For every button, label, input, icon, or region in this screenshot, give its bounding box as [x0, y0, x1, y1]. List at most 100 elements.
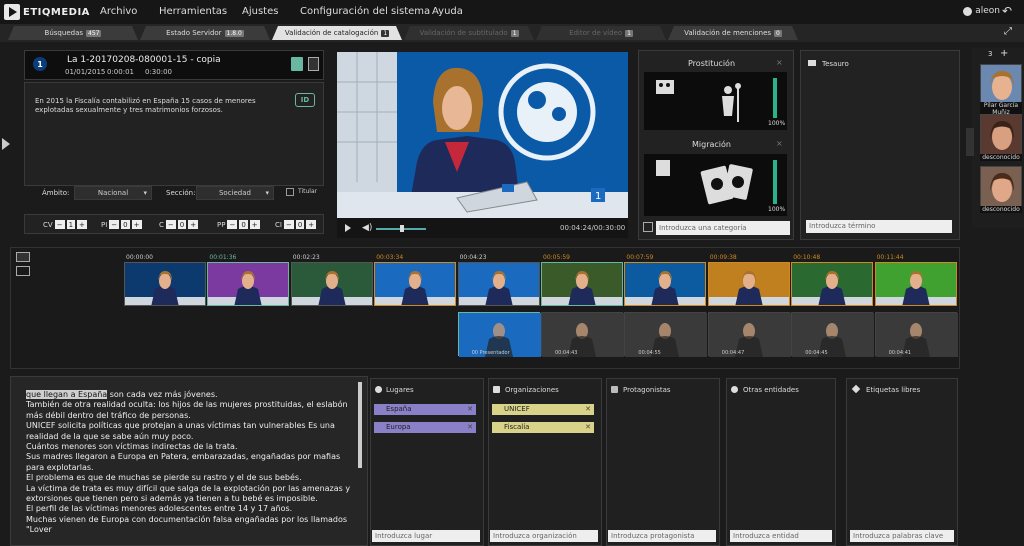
- shot-time: 00:00:00: [126, 254, 153, 261]
- face-thumbnail[interactable]: [980, 64, 1022, 106]
- subshot-label: 00 Presentador: [471, 350, 510, 356]
- category-illustration: [656, 160, 753, 205]
- shot-thumbnail[interactable]: [290, 262, 373, 306]
- other-entities-title: Otras entidades: [743, 386, 799, 394]
- tab-busquedas[interactable]: Búsquedas 457: [8, 26, 138, 40]
- menu-herramientas[interactable]: Herramientas: [159, 6, 227, 17]
- counter-pp[interactable]: PP −0 +: [217, 220, 260, 229]
- free-tags-input[interactable]: Introduzca palabras clave: [850, 530, 954, 542]
- shot-thumbnail[interactable]: [207, 262, 290, 306]
- shot-time: 00:01:36: [209, 254, 237, 261]
- play-icon[interactable]: [345, 224, 351, 232]
- category-card[interactable]: [644, 72, 787, 130]
- counter-plus[interactable]: +: [188, 220, 199, 229]
- tesauro-input[interactable]: Introduzca término: [806, 220, 952, 233]
- transcript-scrollbar[interactable]: [358, 382, 362, 468]
- shot-thumbnail[interactable]: [624, 262, 707, 306]
- clip-description[interactable]: En 2015 la Fiscalía contabilizó en Españ…: [35, 97, 275, 115]
- video-track-icon[interactable]: [16, 252, 30, 262]
- id-icon[interactable]: ID: [295, 93, 315, 107]
- subshot-thumbnail[interactable]: [874, 312, 958, 357]
- entity-input[interactable]: Introduzca entidad: [730, 530, 832, 542]
- shot-thumbnail[interactable]: [124, 262, 206, 306]
- tab-validacion-subtitulado[interactable]: Validación de subtitulado 1: [404, 26, 534, 40]
- seccion-select[interactable]: Sociedad: [196, 186, 274, 200]
- organization-input[interactable]: Introduzca organización: [490, 530, 598, 542]
- menu-ayuda[interactable]: Ayuda: [432, 6, 463, 17]
- shot-thumbnail[interactable]: [541, 262, 623, 306]
- tab-validacion-menciones[interactable]: Validación de menciones 0: [668, 26, 798, 40]
- category-card[interactable]: [644, 154, 787, 216]
- close-icon[interactable]: ×: [776, 139, 783, 148]
- subshot-thumbnail[interactable]: [624, 312, 708, 357]
- counter-plus[interactable]: +: [249, 220, 260, 229]
- shot-thumbnail[interactable]: [874, 262, 957, 306]
- subshot-thumbnail[interactable]: [707, 312, 791, 357]
- counter-minus[interactable]: −: [227, 220, 238, 229]
- category-input[interactable]: Introduzca una categoría: [656, 221, 790, 235]
- tab-badge: 1: [383, 29, 388, 37]
- face-label: desconocido: [980, 206, 1022, 213]
- counter-plus[interactable]: +: [306, 220, 317, 229]
- counter-minus[interactable]: −: [165, 220, 176, 229]
- shot-thumbnail[interactable]: [457, 262, 540, 306]
- shot-time: 00:05:59: [543, 254, 570, 261]
- remove-tag-icon[interactable]: ✕: [585, 404, 591, 415]
- ambito-select[interactable]: Nacional: [74, 186, 152, 200]
- video-frame[interactable]: 1: [337, 52, 628, 218]
- counter-plus[interactable]: +: [77, 220, 87, 229]
- counter-minus[interactable]: −: [283, 220, 294, 229]
- menu-archivo[interactable]: Archivo: [100, 6, 137, 17]
- subshot-thumbnail[interactable]: [541, 312, 624, 357]
- menu-ajustes[interactable]: Ajustes: [242, 6, 278, 17]
- menu-configuracion[interactable]: Configuración del sistema: [300, 6, 430, 17]
- user-menu[interactable]: aleon: [963, 6, 1000, 16]
- face-thumbnail[interactable]: [980, 166, 1022, 208]
- place-tag[interactable]: España ✕: [374, 404, 476, 415]
- counters-bar: CV −1 + PI −0 + C −0 + PP −0 + CI −0 +: [24, 214, 324, 234]
- counter-c[interactable]: C −0 +: [159, 220, 199, 229]
- globe-icon: [375, 386, 382, 393]
- organization-tag[interactable]: UNICEF ✕: [492, 404, 594, 415]
- face-thumbnail[interactable]: [980, 114, 1022, 156]
- counter-minus[interactable]: −: [54, 220, 65, 229]
- subshot-label: 00:04:41: [888, 350, 912, 356]
- shot-thumbnail[interactable]: [707, 262, 790, 306]
- place-tag[interactable]: Europa ✕: [374, 422, 476, 433]
- transcript-text[interactable]: que llegan a España son cada vez más jóv…: [26, 390, 356, 536]
- list-icon[interactable]: [643, 222, 653, 232]
- remove-tag-icon[interactable]: ✕: [585, 422, 591, 433]
- shot-thumbnail[interactable]: [374, 262, 457, 306]
- tab-validacion-catalogacion[interactable]: Validación de catalogación 1: [272, 26, 402, 40]
- back-icon[interactable]: ↶: [1002, 4, 1012, 18]
- counter-cv[interactable]: CV −1 +: [43, 220, 87, 229]
- organization-tag[interactable]: Fiscalía ✕: [492, 422, 594, 433]
- add-icon[interactable]: +: [1000, 48, 1008, 59]
- volume-icon[interactable]: ◀): [362, 223, 372, 233]
- protagonist-input[interactable]: Introduzca protagonista: [608, 530, 716, 542]
- counter-plus[interactable]: +: [131, 220, 142, 229]
- volume-slider-handle[interactable]: [400, 225, 404, 232]
- clip-time-start: 0:00:01: [107, 68, 134, 76]
- right-collapse-handle[interactable]: [966, 128, 974, 156]
- document-icon[interactable]: [308, 57, 319, 71]
- counter-ci[interactable]: CI −0 +: [275, 220, 317, 229]
- logo: ETIQMEDIA: [4, 4, 90, 20]
- tab-badge: 1.8.0: [226, 29, 242, 37]
- shot-thumbnail[interactable]: [791, 262, 874, 306]
- tab-estado-servidor[interactable]: Estado Servidor 1.8.0: [140, 26, 270, 40]
- tab-editor-video[interactable]: Editor de vídeo 1: [536, 26, 666, 40]
- counter-minus[interactable]: −: [109, 220, 120, 229]
- titular-checkbox[interactable]: [286, 188, 294, 196]
- person-icon[interactable]: [291, 57, 303, 71]
- remove-tag-icon[interactable]: ✕: [467, 404, 473, 415]
- remove-tag-icon[interactable]: ✕: [467, 422, 473, 433]
- subshot-thumbnail[interactable]: [791, 312, 875, 357]
- list-track-icon[interactable]: [16, 266, 30, 276]
- close-icon[interactable]: ×: [776, 58, 783, 67]
- counter-value: 0: [177, 220, 187, 229]
- counter-pi[interactable]: PI −0 +: [101, 220, 142, 229]
- place-input[interactable]: Introduzca lugar: [372, 530, 480, 542]
- fullscreen-icon[interactable]: ⤢: [1004, 26, 1012, 37]
- left-expand-arrow-icon[interactable]: [2, 138, 10, 150]
